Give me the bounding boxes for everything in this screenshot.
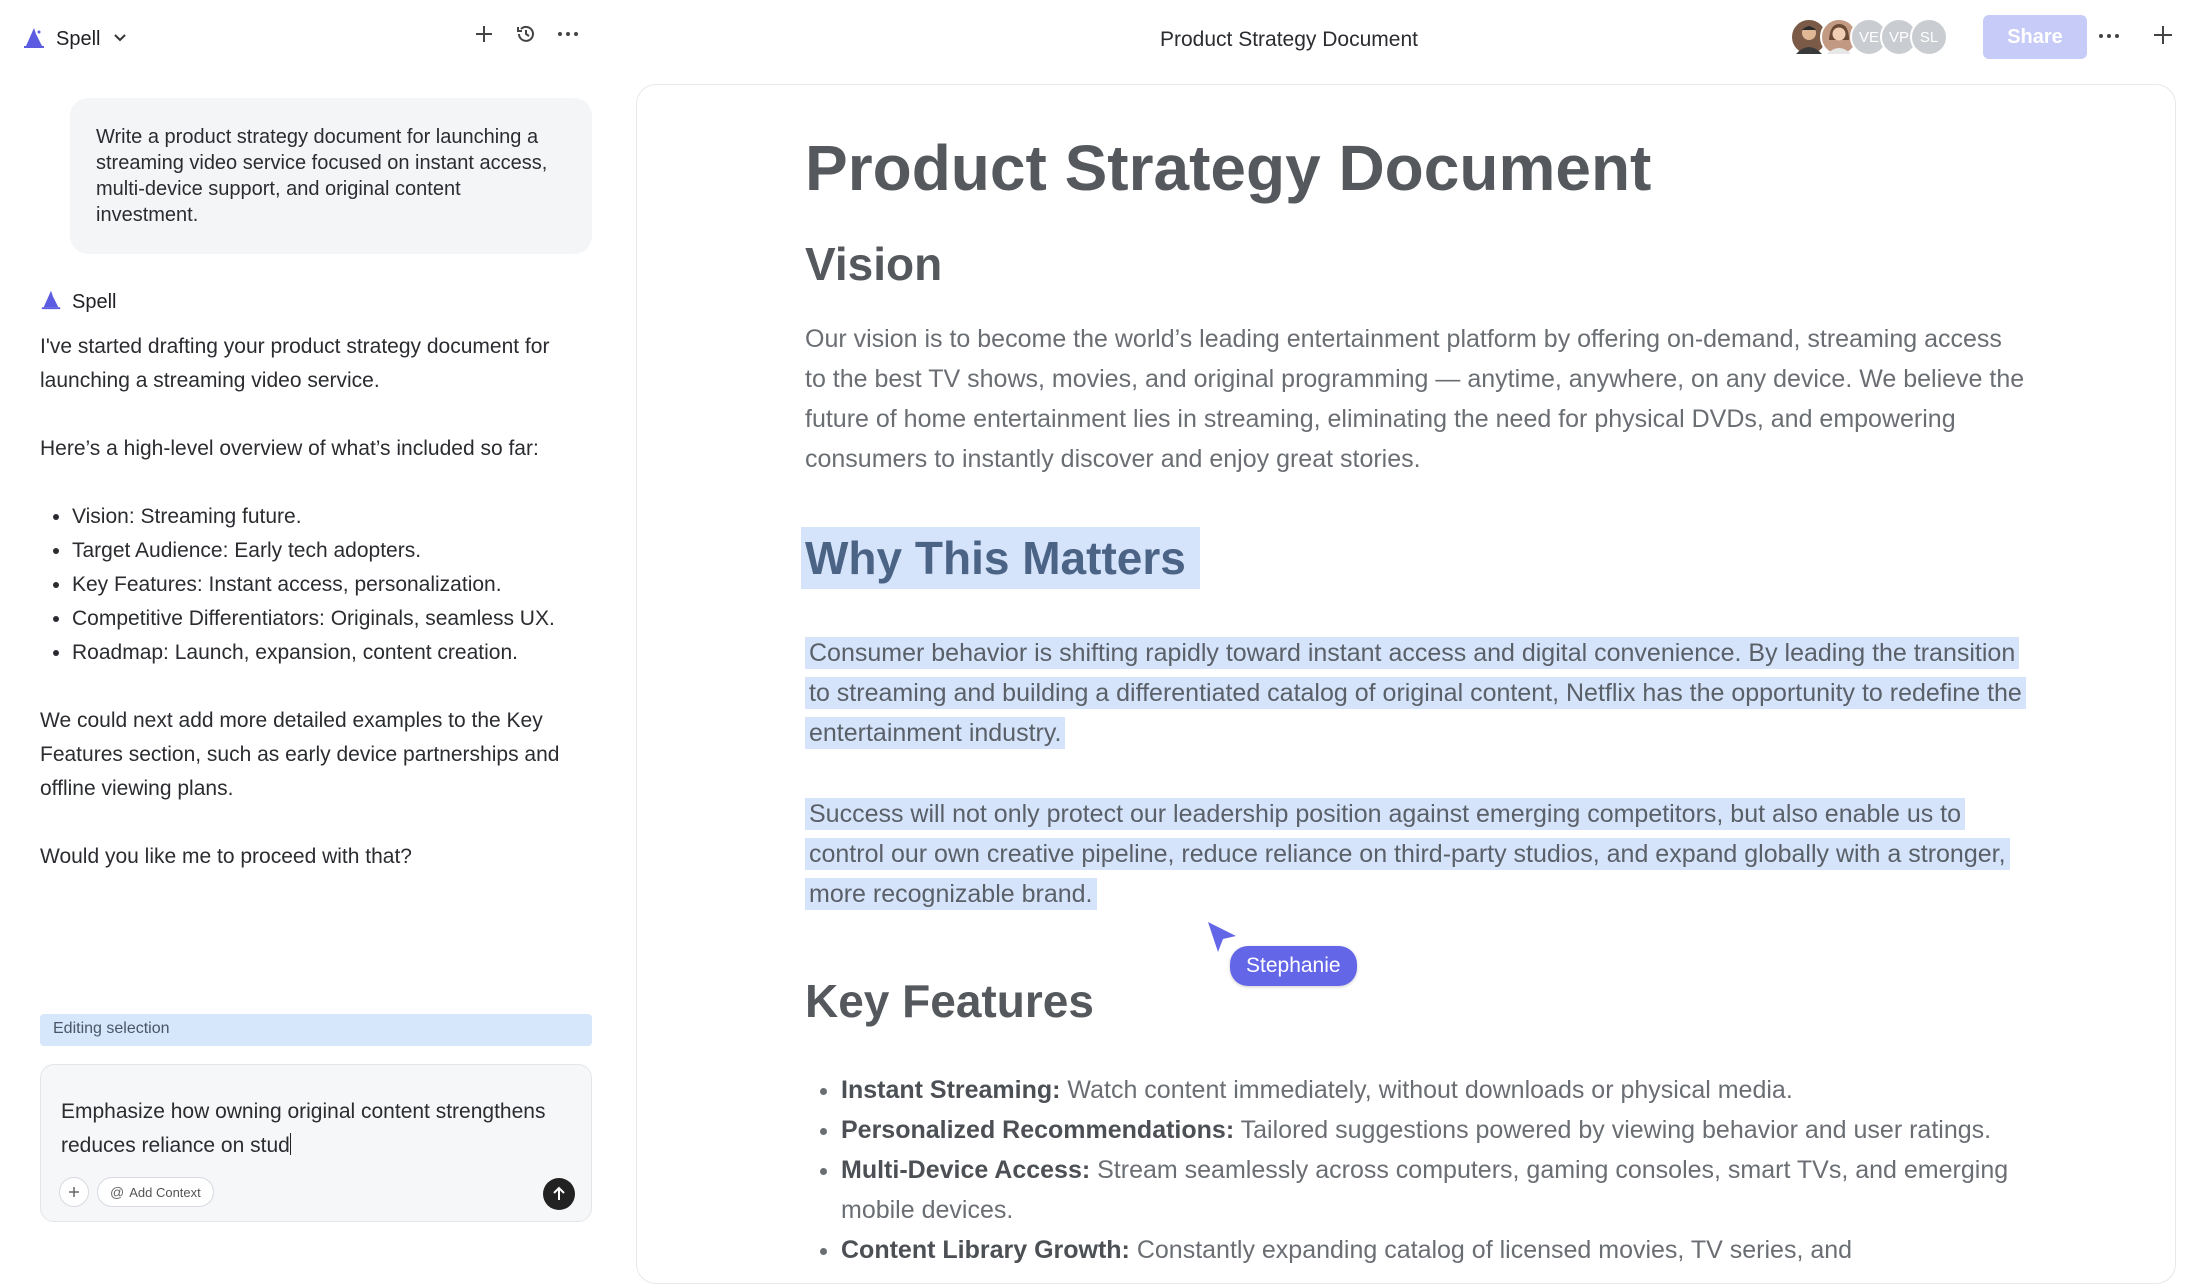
document-canvas[interactable]: Product Strategy Document Vision Our vis… [636,84,2176,1284]
response-overview-list: Vision: Streaming future. Target Audienc… [40,500,600,670]
user-prompt-bubble: Write a product strategy document for la… [70,98,592,254]
feature-label: Instant Streaming: [841,1076,1061,1104]
spell-logo-icon [40,288,62,316]
composer[interactable]: Emphasize how owning original content st… [40,1064,592,1222]
add-context-button[interactable]: @ Add Context [97,1177,214,1207]
assistant-name: Spell [72,290,117,313]
feature-text: Tailored suggestions powered by viewing … [1234,1116,1992,1144]
document-title[interactable]: Product Strategy Document [805,123,2025,213]
list-item: Vision: Streaming future. [72,500,600,534]
paragraph-why-2[interactable]: Success will not only protect our leader… [805,794,2025,914]
text-caret [289,1133,291,1155]
send-button[interactable] [543,1178,575,1210]
list-item[interactable]: Multi-Device Access: Stream seamlessly a… [841,1150,2025,1230]
more-options-icon[interactable] [2098,26,2120,44]
attach-plus-button[interactable] [59,1177,89,1207]
document-body[interactable]: Product Strategy Document Vision Our vis… [801,123,2026,1270]
list-item: Target Audience: Early tech adopters. [72,534,600,568]
feature-label: Personalized Recommendations: [841,1116,1235,1144]
assistant-header: Spell [40,288,116,316]
response-overview-label: Here’s a high-level overview of what’s i… [40,437,539,460]
app-name: Spell [56,27,101,50]
selected-text[interactable]: Success will not only protect our leader… [805,798,2010,910]
more-options-icon[interactable] [556,22,580,46]
app-switcher[interactable]: Spell [22,22,128,56]
feature-text: Watch content immediately, without downl… [1060,1076,1793,1104]
response-next: We could next add more detailed examples… [40,709,560,800]
avatar[interactable]: SL [1910,18,1948,56]
plus-icon [69,1187,79,1197]
list-item: Competitive Differentiators: Originals, … [72,602,600,636]
paragraph-vision[interactable]: Our vision is to become the world’s lead… [805,319,2025,479]
list-item: Key Features: Instant access, personaliz… [72,568,600,602]
collaborator-avatars[interactable]: VE VP SL [1790,18,1948,56]
list-item[interactable]: Personalized Recommendations: Tailored s… [841,1110,2025,1150]
selected-heading-text[interactable]: Why This Matters [801,527,1200,589]
paragraph-why-1[interactable]: Consumer behavior is shifting rapidly to… [805,633,2026,753]
new-chat-plus-icon[interactable] [472,22,496,46]
heading-key-features[interactable]: Key Features [805,970,2025,1032]
add-context-label: Add Context [129,1184,201,1200]
document-title-bar: Product Strategy Document [1160,28,1418,51]
chevron-down-icon[interactable] [112,29,128,50]
spell-logo-icon [22,25,46,54]
list-item: Roadmap: Launch, expansion, content crea… [72,636,600,670]
at-sign-icon: @ [110,1184,125,1200]
selected-text[interactable]: Consumer behavior is shifting rapidly to… [805,637,2026,749]
assistant-panel: Spell Write a product strategy document … [0,0,620,1260]
history-icon[interactable] [514,22,538,46]
add-plus-icon[interactable] [2152,24,2174,51]
composer-input[interactable]: Emphasize how owning original content st… [61,1095,561,1163]
collaborator-name-tag: Stephanie [1230,946,1357,986]
heading-vision[interactable]: Vision [805,233,2025,295]
response-intro: I've started drafting your product strat… [40,335,550,392]
composer-input-text: Emphasize how owning original content st… [61,1100,546,1157]
assistant-response: I've started drafting your product strat… [40,330,600,908]
share-button[interactable]: Share [1983,15,2087,59]
list-item[interactable]: Content Library Growth: Constantly expan… [841,1230,2025,1270]
response-question: Would you like me to proceed with that? [40,845,412,868]
arrow-up-icon [553,1186,565,1200]
list-item[interactable]: Instant Streaming: Watch content immedia… [841,1070,2025,1110]
feature-label: Multi-Device Access: [841,1156,1091,1184]
heading-why-this-matters[interactable]: Why This Matters [801,527,2025,589]
editing-selection-badge: Editing selection [40,1014,592,1046]
features-list: Instant Streaming: Watch content immedia… [805,1070,2025,1270]
